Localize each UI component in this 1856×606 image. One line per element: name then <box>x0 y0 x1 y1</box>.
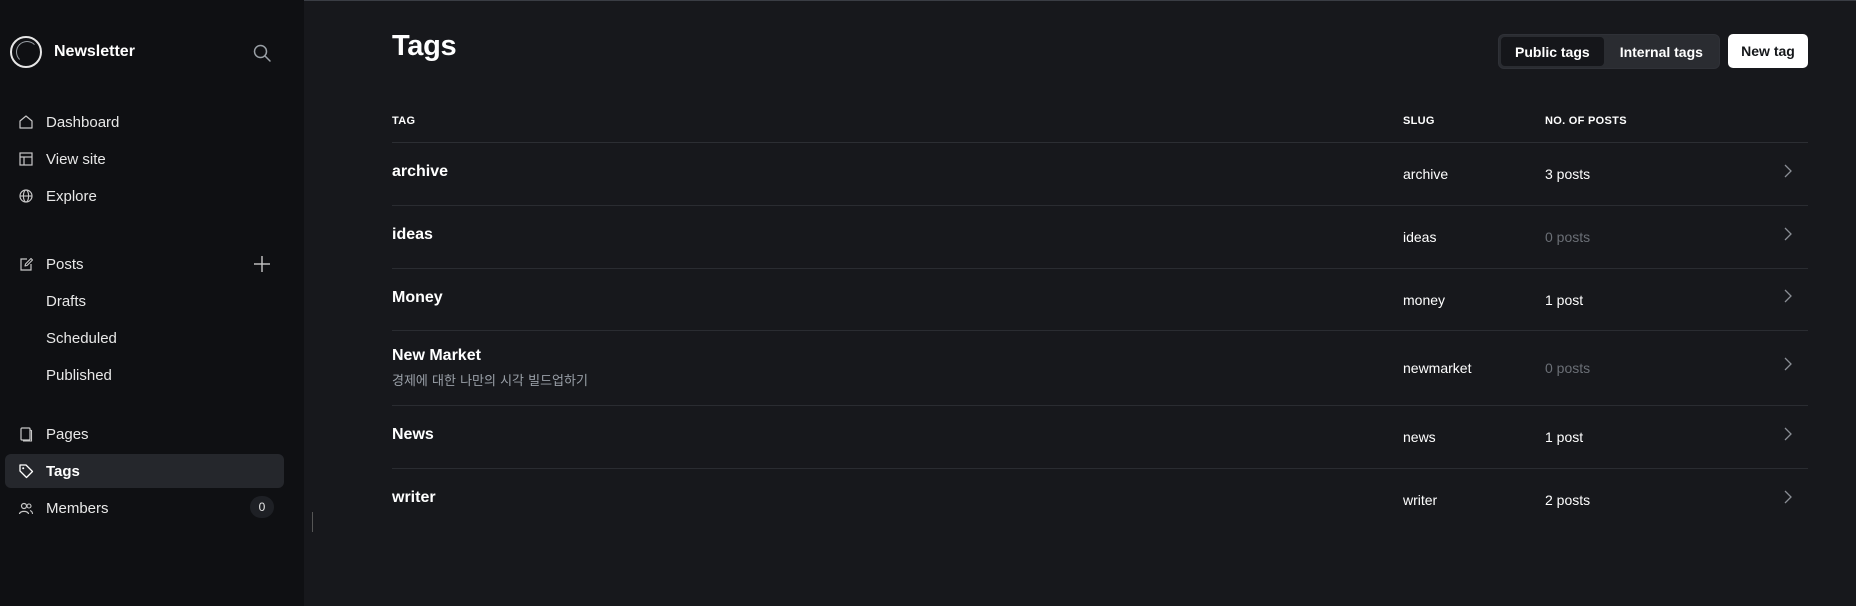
tag-name: archive <box>392 163 449 180</box>
page-icon <box>17 425 35 443</box>
members-icon <box>17 499 35 517</box>
site-name: Newsletter <box>54 43 135 60</box>
sidebar-item-drafts[interactable]: Drafts <box>5 284 284 318</box>
members-count-badge: 0 <box>250 496 274 518</box>
tag-post-count[interactable]: 1 post <box>1545 292 1583 308</box>
sidebar-item-members[interactable]: Members <box>5 491 284 525</box>
sidebar-item-label: Posts <box>46 255 84 273</box>
search-icon[interactable] <box>250 41 274 65</box>
home-icon <box>17 113 35 131</box>
chevron-right-icon <box>1784 289 1792 303</box>
tag-name: ideas <box>392 226 433 243</box>
chevron-right-icon <box>1784 227 1792 241</box>
tag-slug: newmarket <box>1403 360 1472 376</box>
tag-slug: money <box>1403 292 1446 308</box>
sidebar-item-label: Dashboard <box>46 113 120 131</box>
sidebar-item-label: Drafts <box>46 292 87 310</box>
site-logo-icon <box>10 36 42 68</box>
tag-slug: writer <box>1403 492 1438 508</box>
chevron-right-icon <box>1784 427 1792 441</box>
internal-tags-tab[interactable]: Internal tags <box>1605 37 1717 66</box>
chevron-right-icon <box>1784 490 1792 504</box>
sidebar-item-view-site[interactable]: View site <box>5 142 284 176</box>
table-row[interactable]: News news 1 post <box>392 406 1808 469</box>
tag-post-count[interactable]: 1 post <box>1545 429 1583 445</box>
tag-post-count[interactable]: 2 posts <box>1545 492 1590 508</box>
tag-icon <box>17 462 35 480</box>
layout-icon <box>17 150 35 168</box>
column-header-slug: SLUG <box>1403 115 1435 127</box>
chevron-right-icon <box>1784 164 1792 178</box>
tag-name: New Market <box>392 347 481 364</box>
sidebar-item-label: View site <box>46 150 106 168</box>
brand[interactable]: Newsletter <box>10 36 135 68</box>
page-title: Tags <box>392 30 457 62</box>
sidebar-resize-handle[interactable] <box>312 512 313 532</box>
tag-name: writer <box>392 489 436 506</box>
new-tag-button[interactable]: New tag <box>1728 34 1808 68</box>
sidebar-item-dashboard[interactable]: Dashboard <box>5 105 284 139</box>
sidebar-item-label: Scheduled <box>46 329 117 347</box>
column-header-tag: TAG <box>392 115 416 127</box>
sidebar-item-label: Members <box>46 499 109 517</box>
tag-post-count[interactable]: 0 posts <box>1545 360 1590 376</box>
column-header-posts: NO. OF POSTS <box>1545 115 1627 127</box>
tag-post-count[interactable]: 0 posts <box>1545 229 1590 245</box>
sidebar-item-tags[interactable]: Tags <box>5 454 284 488</box>
sidebar-item-pages[interactable]: Pages <box>5 417 284 451</box>
sidebar-item-scheduled[interactable]: Scheduled <box>5 321 284 355</box>
table-row[interactable]: ideas ideas 0 posts <box>392 206 1808 269</box>
sidebar: Newsletter Dashboard View site Explore P… <box>0 0 304 606</box>
tag-slug: archive <box>1403 166 1449 182</box>
table-row[interactable]: writer writer 2 posts <box>392 469 1808 532</box>
sidebar-item-label: Pages <box>46 425 89 443</box>
sidebar-item-label: Explore <box>46 187 97 205</box>
sidebar-item-published[interactable]: Published <box>5 358 284 392</box>
table-row[interactable]: New Market 경제에 대한 나만의 시각 빌드업하기 newmarket… <box>392 331 1808 406</box>
tag-post-count[interactable]: 3 posts <box>1545 166 1590 182</box>
table-row[interactable]: Money money 1 post <box>392 269 1808 331</box>
sidebar-item-posts[interactable]: Posts <box>5 247 284 281</box>
sidebar-item-label: Tags <box>46 462 80 480</box>
sidebar-item-label: Published <box>46 366 112 384</box>
tag-name: News <box>392 426 434 443</box>
tag-slug: ideas <box>1403 229 1437 245</box>
tag-name: Money <box>392 289 443 306</box>
tag-description: 경제에 대한 나만의 시각 빌드업하기 <box>392 374 588 389</box>
globe-icon <box>17 187 35 205</box>
tag-slug: news <box>1403 429 1436 445</box>
edit-icon <box>17 255 35 273</box>
public-tags-tab[interactable]: Public tags <box>1501 37 1604 66</box>
table-row[interactable]: archive archive 3 posts <box>392 143 1808 206</box>
tag-type-toggle: Public tags Internal tags <box>1498 34 1720 69</box>
sidebar-item-explore[interactable]: Explore <box>5 179 284 213</box>
add-post-icon[interactable] <box>250 252 274 276</box>
chevron-right-icon <box>1784 357 1792 371</box>
